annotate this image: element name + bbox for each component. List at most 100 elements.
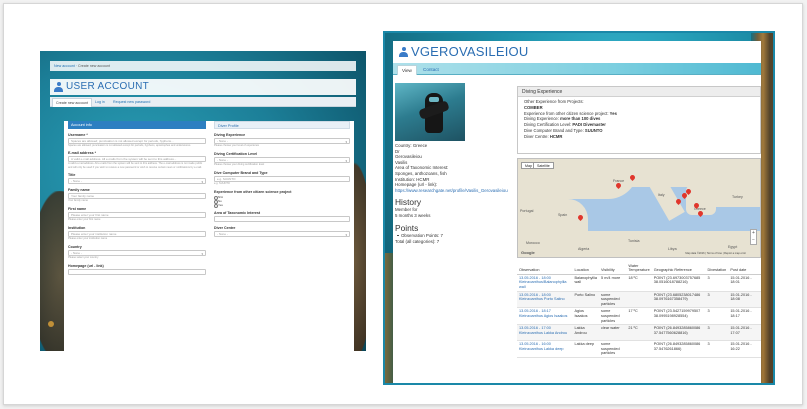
map-marker[interactable] (684, 187, 693, 196)
points-heading: Points (395, 222, 419, 233)
diver-centre-value: - None - (217, 232, 228, 236)
tab-log-in[interactable]: Log in (92, 98, 108, 107)
map-marker[interactable] (614, 181, 623, 190)
table-cell: Lakka deep (572, 340, 600, 358)
breadcrumb: New account · Create new account (50, 61, 356, 71)
citizen-science-radio-yes[interactable]: Yes (214, 203, 350, 209)
diver-centre-select[interactable]: - None - ▾ (214, 231, 350, 237)
homepage-input[interactable] (68, 269, 206, 276)
institution-input[interactable]: Please enter your institution name (68, 231, 206, 238)
page-title: USER ACCOUNT (50, 79, 356, 95)
map-label-spain: Spain (558, 213, 568, 217)
map-marker[interactable] (628, 173, 637, 182)
title-select[interactable]: - None - ▾ (68, 178, 206, 185)
diving-experience-box: Diving Experience Other Experience from … (517, 86, 761, 154)
table-cell[interactable]: 13.05.2016 - 17:00 Kleinzoanthus Lakka A… (517, 324, 573, 342)
history-heading: History (395, 197, 422, 208)
family-name-hint: Your family name (68, 199, 88, 203)
page-title-text: USER ACCOUNT (66, 81, 150, 92)
diving-experience-value: - None - (217, 139, 228, 143)
table-cell[interactable]: 13.05.2016 - 18:17 Kleinzoanthus Agios I… (517, 307, 573, 326)
table-cell: some suspended particles (599, 307, 627, 326)
family-name-field-group: Family name Your family name Your family… (68, 188, 206, 203)
col-geographic-reference: Geographic Reference (651, 263, 706, 275)
profile-tabs: View Contact (393, 63, 761, 75)
map-tab-satellite[interactable]: Satellite (533, 162, 554, 169)
tab-request-password[interactable]: Request new password (110, 98, 153, 107)
certification-hint: Please choose your diving certification … (214, 163, 265, 166)
email-input[interactable]: A valid e-mail address. All e-mails from… (68, 156, 206, 163)
certification-field-group: Diving Certification Level - None - ▾ Ple… (214, 152, 350, 167)
chevron-down-icon: ▾ (345, 140, 347, 144)
observations-table-body: 13.05.2016 - 18:00 Kleinzoanthus/Balanop… (517, 274, 761, 358)
col-divestation: Divestation (705, 263, 729, 275)
certification-select[interactable]: - None - ▾ (214, 157, 350, 163)
experience-row-label: Diving Certification Level: (524, 122, 572, 128)
first-name-hint: Please enter your first name (68, 218, 101, 222)
table-cell: 3 (705, 340, 729, 358)
taxonomic-interest-field-group: Area of Taxonomic Interest (214, 211, 350, 222)
table-cell[interactable]: 13.05.2016 - 18:00 Kleinzoanthus Porto S… (517, 291, 573, 309)
map-zoom-in-button[interactable]: + (751, 230, 756, 237)
map-label-portugal: Portugal (520, 209, 534, 213)
diving-experience-select[interactable]: - None - ▾ (214, 138, 350, 144)
table-cell[interactable]: 13.05.2016 - 18:00 Kleinzoanthus/Balanop… (517, 274, 573, 292)
diver-profile-panel: Diver Profile Diving Experience - None -… (214, 121, 350, 237)
family-name-input[interactable]: Your family name (68, 193, 206, 200)
observation-points: Observation Points: 7 (395, 233, 515, 239)
dive-computer-input[interactable]: e.g. SUUNTO (214, 176, 350, 182)
taxonomic-interest-input[interactable] (214, 216, 350, 222)
dive-computer-hint: e.g. SUUNTO (214, 182, 230, 185)
table-cell: Balanophyllia wall (572, 274, 600, 292)
chevron-down-icon: ▾ (201, 252, 203, 257)
table-cell: 15.01.2016 - 18:08 (728, 291, 761, 309)
observation-map[interactable]: Map Satellite France Italy Spain Tunisia… (517, 158, 761, 258)
chevron-down-icon: ▾ (345, 159, 347, 163)
col-observation: Observation (517, 263, 573, 275)
member-for-value: 5 months 3 weeks (395, 212, 431, 218)
map-marker[interactable] (674, 197, 683, 206)
chevron-down-icon: ▾ (345, 233, 347, 237)
tab-contact[interactable]: Contact (419, 65, 443, 75)
homepage-field-group: Homepage (url - link) (68, 264, 206, 276)
breadcrumb-home-link[interactable]: New account (54, 64, 75, 68)
title-field-group: Title - None - ▾ (68, 173, 206, 185)
first-name-input[interactable]: Please enter your first name (68, 212, 206, 219)
map-zoom-out-button[interactable]: − (751, 237, 756, 244)
username-hint: Spaces are allowed; punctuation is not a… (68, 144, 191, 147)
diving-experience-hint: Please choose your level of experience (214, 144, 260, 147)
tab-create-account[interactable]: Create new account (52, 98, 92, 107)
map-marker[interactable] (576, 213, 585, 222)
map-label-italy: Italy (658, 193, 665, 197)
table-cell[interactable]: 13.05.2016 - 16:00 Kleinzoanthus Lakka d… (517, 340, 573, 358)
profile-details: Country: Greece Dr Gerovasileiou Vasilis… (395, 143, 515, 244)
username-input[interactable]: Spaces are allowed; punctuation is not a… (68, 138, 206, 144)
country-hint: Please select your country (68, 256, 99, 260)
google-logo: Google (521, 250, 535, 255)
first-name-field-group: First name Please enter your first name … (68, 207, 206, 222)
map-label-egypt: Egypt (728, 245, 738, 249)
diver-photo (395, 83, 465, 141)
country-field-group: Country - None - ▾ Please select your cou… (68, 245, 206, 260)
experience-row-value: Yes (609, 110, 617, 116)
institution-hint: Please enter your institution name (68, 237, 108, 241)
email-hint: A valid e-mail address. All e-mails from… (68, 162, 203, 169)
table-cell: some suspended particles (599, 291, 627, 309)
experience-row: Diver Centre: HCMR (518, 134, 760, 140)
table-cell: 15.01.2016 - 16:22 (728, 340, 761, 358)
experience-row-value: HCMR (549, 133, 563, 139)
table-cell: 3 (705, 324, 729, 342)
table-cell: POINT (26.8493285860086 37.5477560628816… (651, 324, 706, 342)
dive-computer-field-group: Dive Computer Brand and Type e.g. SUUNTO… (214, 171, 350, 186)
breadcrumb-current: Create new account (77, 64, 110, 68)
experience-row-label: Experience from other citizen science pr… (524, 110, 609, 116)
profile-homepage-link[interactable]: https://www.researchgate.net/profile/Vas… (395, 188, 513, 194)
map-marker[interactable] (692, 201, 701, 210)
tab-view[interactable]: View (397, 65, 417, 75)
map-marker[interactable] (696, 209, 705, 218)
country-select[interactable]: - None - ▾ (68, 250, 206, 257)
map-label-morocco: Morocco (526, 241, 540, 245)
title-select-value: - None - (71, 179, 82, 184)
map-label-libya: Libya (668, 247, 677, 251)
map-footer[interactable]: Map data ©2016 | Terms of Use | Report a… (685, 252, 746, 255)
